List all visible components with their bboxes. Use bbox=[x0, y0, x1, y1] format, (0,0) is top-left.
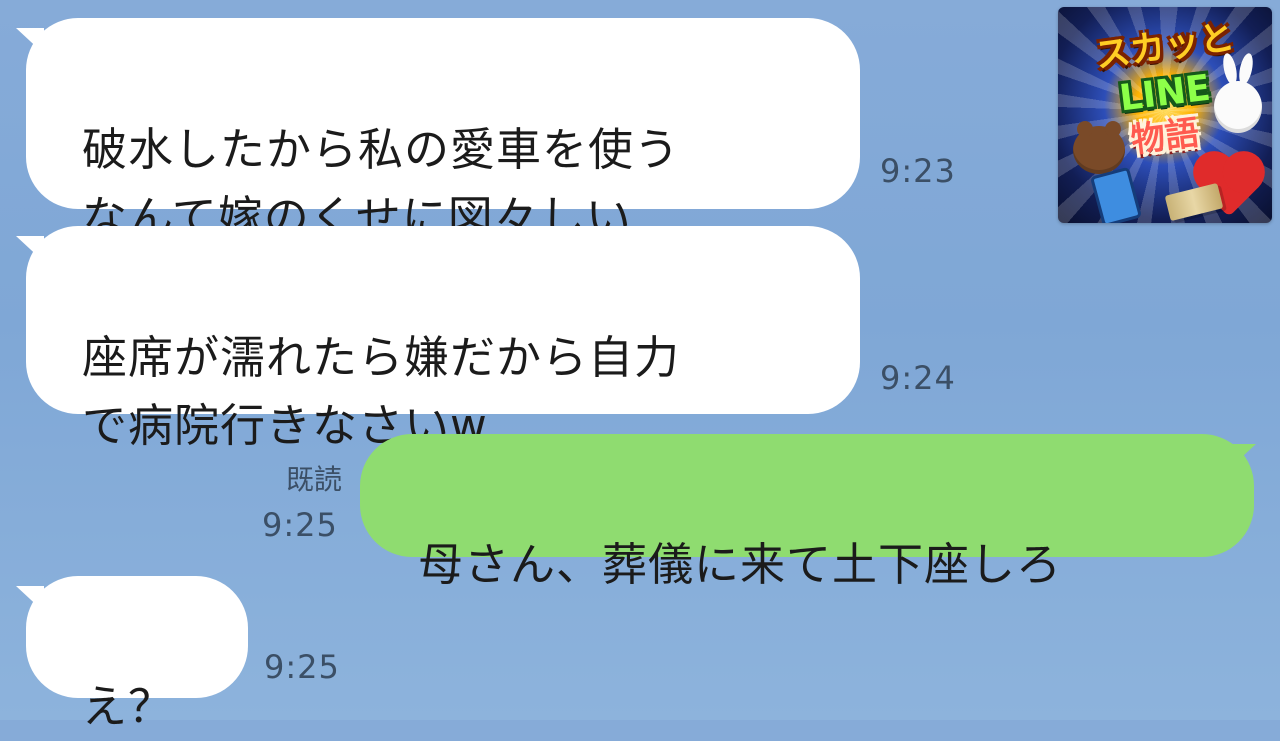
message-time: 9:24 bbox=[880, 359, 956, 397]
bunny-icon bbox=[1214, 81, 1262, 133]
bear-icon bbox=[1073, 121, 1125, 174]
message-time: 9:25 bbox=[264, 648, 340, 686]
message-bubble-4[interactable]: え？ bbox=[26, 576, 248, 733]
series-logo: スカッと LINE 物語 bbox=[1058, 7, 1272, 223]
read-receipt: 既読 bbox=[285, 463, 342, 496]
message-bubble-2[interactable]: 座席が濡れたら嫌だから自力 で病院行きなさいw bbox=[26, 226, 860, 452]
message-text: 母さん、葬儀に来て土下座しろ bbox=[418, 538, 1063, 591]
message-text: え？ bbox=[82, 680, 175, 733]
message-time: 9:23 bbox=[880, 152, 956, 190]
message-time: 9:25 bbox=[262, 506, 338, 544]
chat-screen: 破水したから私の愛車を使う なんて嫁のくせに図々しい 9:23 座席が濡れたら嫌… bbox=[0, 0, 1280, 733]
message-bubble-3[interactable]: 母さん、葬儀に来て土下座しろ bbox=[360, 434, 1254, 591]
message-bubble-1[interactable]: 破水したから私の愛車を使う なんて嫁のくせに図々しい bbox=[26, 18, 860, 244]
